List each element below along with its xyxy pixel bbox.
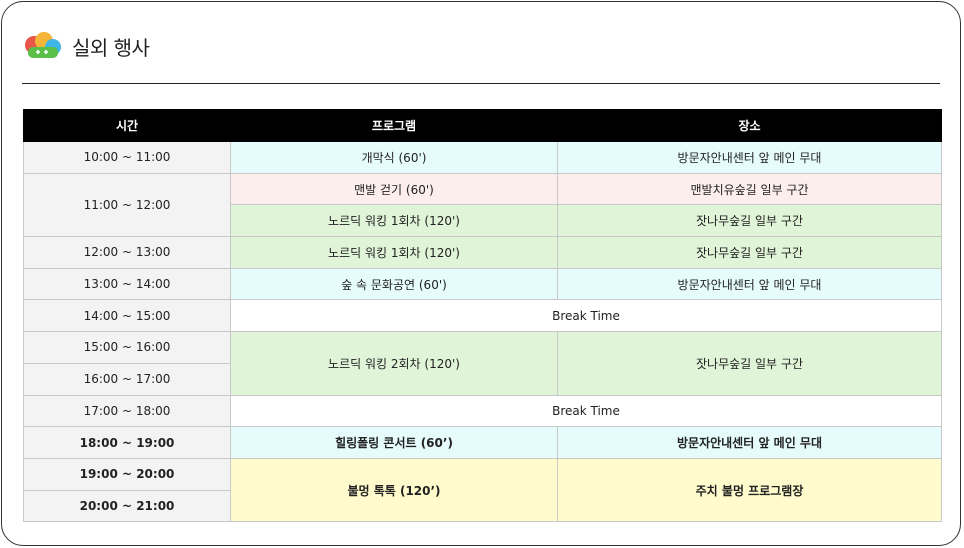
cloud-logo-icon bbox=[25, 32, 61, 58]
program-cell: 노르딕 워킹 2회차 (120') bbox=[230, 331, 558, 396]
place-cell: 방문자안내센터 앞 메인 무대 bbox=[557, 426, 942, 459]
page-header: 실외 행사 bbox=[22, 28, 150, 64]
time-cell: 13:00 ~ 14:00 bbox=[23, 267, 231, 301]
table-row: 17:00 ~ 18:00 Break Time bbox=[23, 394, 942, 428]
time-cell: 14:00 ~ 15:00 bbox=[23, 299, 231, 333]
table-row: 18:00 ~ 19:00 힐링폴링 콘서트 (60’) 방문자안내센터 앞 메… bbox=[23, 426, 942, 459]
header-place: 장소 bbox=[557, 109, 942, 142]
table-row: 13:00 ~ 14:00 숲 속 문화공연 (60') 방문자안내센터 앞 메… bbox=[23, 267, 942, 301]
page-title: 실외 행사 bbox=[72, 35, 150, 60]
time-cell: 20:00 ~ 21:00 bbox=[23, 489, 231, 523]
program-cell: 노르딕 워킹 1회차 (120') bbox=[230, 236, 558, 269]
table-row: 14:00 ~ 15:00 Break Time bbox=[23, 299, 942, 333]
time-cell: 18:00 ~ 19:00 bbox=[23, 426, 231, 459]
place-cell: 주치 불멍 프로그램장 bbox=[557, 457, 942, 523]
break-cell: Break Time bbox=[230, 299, 942, 333]
title-divider bbox=[22, 83, 940, 84]
time-cell: 12:00 ~ 13:00 bbox=[23, 236, 231, 269]
place-cell: 맨발치유숲길 일부 구간 bbox=[557, 172, 942, 206]
place-cell: 잣나무숲길 일부 구간 bbox=[557, 331, 942, 396]
place-cell: 방문자안내센터 앞 메인 무대 bbox=[557, 141, 942, 174]
table-row: 12:00 ~ 13:00 노르딕 워킹 1회차 (120') 잣나무숲길 일부… bbox=[23, 236, 942, 269]
event-schedule-table: 시간 프로그램 장소 10:00 ~ 11:00 개막식 (60') 방문자안내… bbox=[23, 109, 942, 523]
header-program: 프로그램 bbox=[230, 109, 558, 142]
time-cell: 15:00 ~ 16:00 bbox=[23, 331, 231, 364]
program-cell: 노르딕 워킹 1회차 (120') bbox=[230, 204, 558, 238]
program-cell: 불멍 톡톡 (120’) bbox=[230, 457, 558, 523]
table-row: 19:00 ~ 20:00 불멍 톡톡 (120’) 주치 불멍 프로그램장 bbox=[23, 457, 942, 523]
time-cell: 19:00 ~ 20:00 bbox=[23, 457, 231, 491]
break-cell: Break Time bbox=[230, 394, 942, 428]
program-cell: 힐링폴링 콘서트 (60’) bbox=[230, 426, 558, 459]
program-cell: 숲 속 문화공연 (60') bbox=[230, 267, 558, 301]
header-time: 시간 bbox=[23, 109, 231, 142]
time-cell: 17:00 ~ 18:00 bbox=[23, 394, 231, 428]
program-cell: 개막식 (60') bbox=[230, 141, 558, 174]
table-row: 11:00 ~ 12:00 맨발 걷기 (60') 맨발치유숲길 일부 구간 bbox=[23, 172, 942, 238]
time-cell: 11:00 ~ 12:00 bbox=[23, 172, 231, 238]
program-cell: 맨발 걷기 (60') bbox=[230, 172, 558, 206]
time-cell: 16:00 ~ 17:00 bbox=[23, 362, 231, 396]
table-row: 10:00 ~ 11:00 개막식 (60') 방문자안내센터 앞 메인 무대 bbox=[23, 141, 942, 174]
table-row: 15:00 ~ 16:00 노르딕 워킹 2회차 (120') 잣나무숲길 일부… bbox=[23, 331, 942, 396]
table-header-row: 시간 프로그램 장소 bbox=[23, 109, 942, 142]
time-cell: 10:00 ~ 11:00 bbox=[23, 141, 231, 174]
place-cell: 방문자안내센터 앞 메인 무대 bbox=[557, 267, 942, 301]
place-cell: 잣나무숲길 일부 구간 bbox=[557, 236, 942, 269]
place-cell: 잣나무숲길 일부 구간 bbox=[557, 204, 942, 238]
